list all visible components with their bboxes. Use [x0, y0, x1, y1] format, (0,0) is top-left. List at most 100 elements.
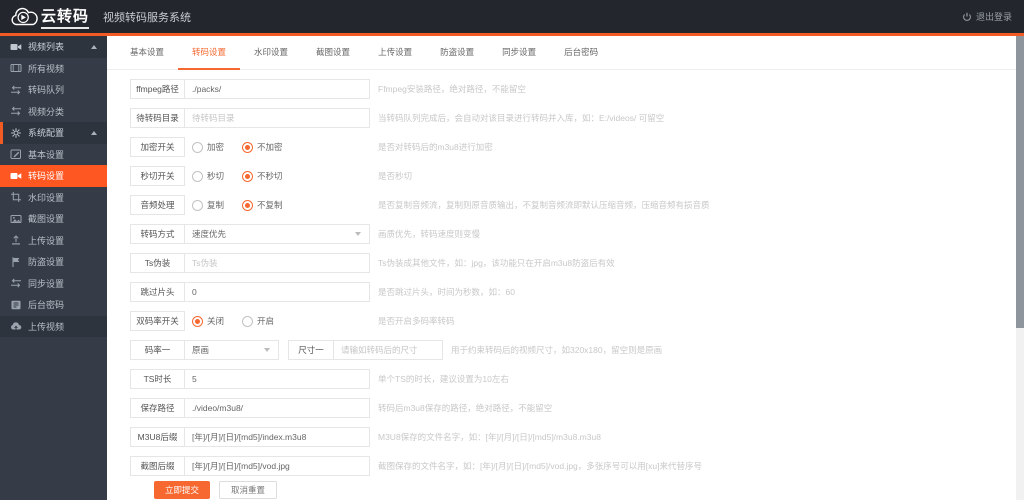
radio-icon: [242, 315, 254, 327]
sidebar-item-7[interactable]: 转码设置: [0, 165, 107, 187]
sidebar-item-12[interactable]: 同步设置: [0, 273, 107, 295]
tab-7[interactable]: 同步设置: [488, 36, 550, 69]
radio-icon: [242, 141, 254, 153]
camera-icon: [9, 170, 22, 182]
app-logo[interactable]: 云转码: [0, 5, 90, 29]
field-help: 转码后m3u8保存的路径，绝对路径，不能留空: [378, 403, 553, 413]
sidebar-item-3[interactable]: 转码队列: [0, 79, 107, 101]
sidebar-item-10[interactable]: 上传设置: [0, 230, 107, 252]
tab-1[interactable]: 基本设置: [116, 36, 178, 69]
form-row: 跳过片头 是否跳过片头，时间为秒数，如：60: [130, 282, 1016, 302]
radio-label: 关闭: [207, 316, 225, 326]
radio-group: 关闭 开启: [185, 315, 370, 327]
radio-group: 复制 不复制: [185, 199, 370, 211]
field-label: 码率一: [130, 340, 185, 360]
caret-up-icon: [91, 44, 97, 49]
sidebar: 视频列表所有视频转码队列 视频分类 系统配置基本设置转码设置水印设置截图设置上传设置…: [0, 36, 107, 500]
select-value: 原画: [192, 345, 210, 355]
field-input[interactable]: [184, 398, 370, 418]
sidebar-item-label: 上传视频: [28, 321, 65, 332]
radio-option[interactable]: 不加密: [242, 141, 283, 153]
sidebar-item-2[interactable]: 所有视频: [0, 58, 107, 80]
tab-2[interactable]: 转码设置: [178, 36, 241, 70]
radio-group: 加密 不加密: [185, 141, 370, 153]
field-help: Ffmpeg安装路径，绝对路径，不能留空: [378, 84, 526, 94]
cloud-upload-icon: [9, 320, 22, 332]
field-input[interactable]: [184, 456, 370, 476]
field-input[interactable]: [184, 79, 370, 99]
select-box[interactable]: 速度优先: [184, 224, 370, 244]
sidebar-item-13[interactable]: 后台密码: [0, 294, 107, 316]
field-input[interactable]: [184, 427, 370, 447]
field-label: ffmpeg路径: [130, 79, 185, 99]
field-help: 单个TS的时长，建议设置为10左右: [378, 374, 509, 384]
tab-4[interactable]: 截图设置: [302, 36, 364, 69]
radio-option[interactable]: 秒切: [192, 170, 224, 182]
field-input[interactable]: [184, 282, 370, 302]
field-input[interactable]: [184, 108, 370, 128]
chevron-down-icon: [264, 348, 270, 352]
submit-button[interactable]: 立即提交: [154, 481, 211, 499]
reset-button[interactable]: 取消重置: [219, 481, 278, 499]
sidebar-item-6[interactable]: 基本设置: [0, 144, 107, 166]
radio-icon: [242, 199, 254, 211]
form-row: TS时长 单个TS的时长，建议设置为10左右: [130, 369, 1016, 389]
tab-3[interactable]: 水印设置: [240, 36, 302, 69]
field-help: 是否复制音频流，复制则原音质输出，不复制音频流即默认压缩音频，压缩音频有损音质: [378, 200, 710, 210]
sidebar-item-11[interactable]: 防盗设置: [0, 251, 107, 273]
radio-label: 加密: [207, 142, 225, 152]
radio-label: 开启: [257, 316, 275, 326]
main-content: 基本设置 转码设置 水印设置 截图设置 上传设置 防盗设置 同步设置 后台密码 ffmpeg路…: [107, 36, 1016, 500]
logout-button[interactable]: 退出登录: [962, 0, 1012, 33]
image-icon: [9, 213, 22, 225]
form-row: 保存路径 转码后m3u8保存的路径，绝对路径，不能留空: [130, 398, 1016, 418]
field-help: M3U8保存的文件名字，如：[年]/[月]/[日]/[md5]/m3u8.m3u…: [378, 432, 601, 442]
sidebar-item-5[interactable]: 系统配置: [0, 122, 107, 144]
radio-group: 秒切 不秒切: [185, 170, 370, 182]
form-row: 音频处理 复制 不复制 是否复制音频流，复制则原音质输出，不复制音频流即默认压缩音频，…: [130, 195, 1016, 215]
field-input[interactable]: [184, 369, 370, 389]
sidebar-item-9[interactable]: 截图设置: [0, 208, 107, 230]
sidebar-item-label: 所有视频: [28, 63, 65, 74]
radio-option[interactable]: 不秒切: [242, 170, 283, 182]
form-row: 待转码目录 当转码队列完成后，会自动对该目录进行转码并入库，如：E:/videos…: [130, 108, 1016, 128]
tab-6[interactable]: 防盗设置: [426, 36, 488, 69]
field-label: 截图后缀: [130, 456, 185, 476]
video-camera-icon: [9, 41, 22, 53]
sidebar-item-1[interactable]: 视频列表: [0, 36, 107, 58]
radio-label: 秒切: [207, 171, 225, 181]
field-help: 画质优先，转码速度则变慢: [378, 229, 481, 239]
field-label: 转码方式: [130, 224, 185, 244]
sidebar-item-label: 基本设置: [28, 149, 65, 160]
select-value: 速度优先: [192, 229, 227, 239]
watermark-icon: [9, 191, 22, 203]
form-row: 秒切开关 秒切 不秒切 是否秒切: [130, 166, 1016, 186]
scrollbar-thumb[interactable]: [1016, 36, 1024, 328]
tab-8[interactable]: 后台密码: [550, 36, 612, 69]
radio-option[interactable]: 开启: [242, 315, 274, 327]
radio-icon: [192, 141, 203, 153]
radio-option[interactable]: 加密: [192, 141, 224, 153]
scrollbar[interactable]: [1016, 36, 1024, 500]
field-input[interactable]: [184, 253, 370, 273]
sidebar-item-label: 截图设置: [28, 214, 65, 225]
radio-option[interactable]: 不复制: [242, 199, 283, 211]
form-row: 加密开关 加密 不加密 是否对转码后的m3u8进行加密: [130, 137, 1016, 157]
tab-bar: 基本设置 转码设置 水印设置 截图设置 上传设置 防盗设置 同步设置 后台密码: [107, 36, 1016, 70]
sidebar-item-label: 同步设置: [28, 278, 65, 289]
cloud-logo-icon: [9, 6, 39, 28]
sidebar-item-label: 转码设置: [28, 171, 65, 182]
field-input[interactable]: [333, 340, 443, 360]
radio-icon: [192, 170, 203, 182]
select-box[interactable]: 原画: [184, 340, 279, 360]
radio-label: 不加密: [257, 142, 283, 152]
radio-option[interactable]: 关闭: [192, 315, 224, 327]
radio-label: 不秒切: [257, 171, 283, 181]
sidebar-item-8[interactable]: 水印设置: [0, 187, 107, 209]
sidebar-item-14[interactable]: 上传视频: [0, 315, 107, 337]
radio-option[interactable]: 复制: [192, 199, 224, 211]
sidebar-item-4[interactable]: 视频分类: [0, 101, 107, 123]
tab-5[interactable]: 上传设置: [364, 36, 426, 69]
upload-icon: [9, 234, 22, 246]
sidebar-item-label: 后台密码: [28, 300, 65, 311]
